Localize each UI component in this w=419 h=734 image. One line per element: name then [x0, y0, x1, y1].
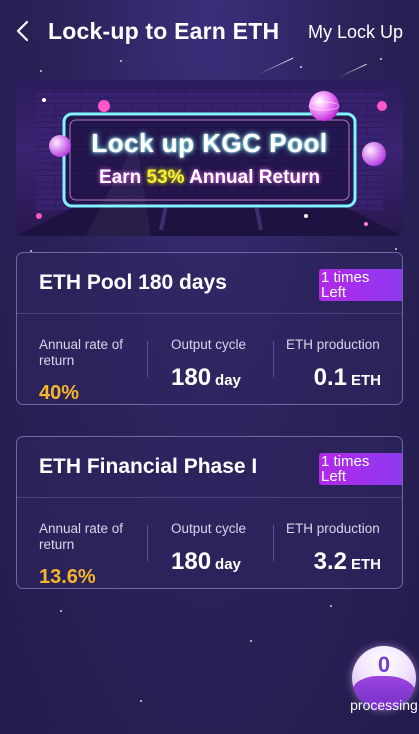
eth-production-label: ETH production — [286, 521, 380, 536]
badge-left: Left — [321, 468, 347, 485]
my-lockup-link[interactable]: My Lock Up — [308, 18, 403, 46]
banner-subheadline-suffix: Annual Return — [184, 167, 321, 188]
card-divider — [17, 497, 402, 498]
production-number: 0.1 — [313, 364, 347, 391]
output-cycle-value: 180 day — [171, 547, 241, 580]
header-bar: Lock-up to Earn ETH My Lock Up — [0, 0, 419, 62]
banner-headline: Lock up KGC Pool — [91, 128, 328, 158]
back-arrow-icon[interactable] — [13, 18, 35, 44]
output-cycle-label: Output cycle — [171, 521, 247, 536]
pool-card[interactable]: ETH Pool 180 days 1 times Left Annual ra… — [16, 252, 403, 405]
production-unit: ETH — [351, 372, 381, 389]
remaining-times-badge: 1 times Left — [319, 269, 402, 301]
cycle-unit: day — [215, 556, 241, 573]
cycle-number: 180 — [171, 364, 212, 391]
badge-left: Left — [321, 284, 347, 301]
annual-rate-value: 13.6% — [39, 566, 96, 588]
banner-subheadline-prefix: Earn — [98, 167, 147, 188]
annual-rate-value: 40% — [39, 382, 80, 404]
page-title: Lock-up to Earn ETH — [48, 18, 280, 44]
stat-separator — [147, 525, 148, 561]
production-unit: ETH — [351, 556, 381, 573]
processing-count: 0 — [377, 652, 391, 677]
pool-card[interactable]: ETH Financial Phase I 1 times Left Annua… — [16, 436, 403, 589]
banner-return-rate: 53% — [146, 167, 185, 188]
cycle-unit: day — [215, 372, 241, 389]
stat-separator — [273, 341, 274, 377]
eth-production-value: 0.1 ETH — [314, 363, 381, 396]
promo-banner[interactable]: Lock up KGC Pool Earn 53% Annual Return — [16, 80, 403, 236]
annual-rate-label: Annual rate of return — [39, 521, 124, 552]
banner-subheadline: Earn 53% Annual Return — [16, 167, 403, 189]
output-cycle-value: 180 day — [171, 363, 241, 396]
stat-separator — [273, 525, 274, 561]
pool-name: ETH Pool 180 days — [39, 271, 227, 294]
production-number: 3.2 — [313, 548, 347, 575]
card-divider — [17, 313, 402, 314]
eth-production-value: 3.2 ETH — [314, 547, 381, 580]
processing-label: processing — [350, 697, 418, 713]
output-cycle-label: Output cycle — [171, 337, 247, 352]
stat-separator — [147, 341, 148, 377]
badge-count: 1 times — [321, 269, 370, 286]
annual-rate-label: Annual rate of return — [39, 337, 124, 368]
eth-production-label: ETH production — [286, 337, 380, 352]
badge-count: 1 times — [321, 453, 370, 470]
pool-name: ETH Financial Phase I — [39, 455, 258, 478]
remaining-times-badge: 1 times Left — [319, 453, 402, 485]
cycle-number: 180 — [171, 548, 212, 575]
